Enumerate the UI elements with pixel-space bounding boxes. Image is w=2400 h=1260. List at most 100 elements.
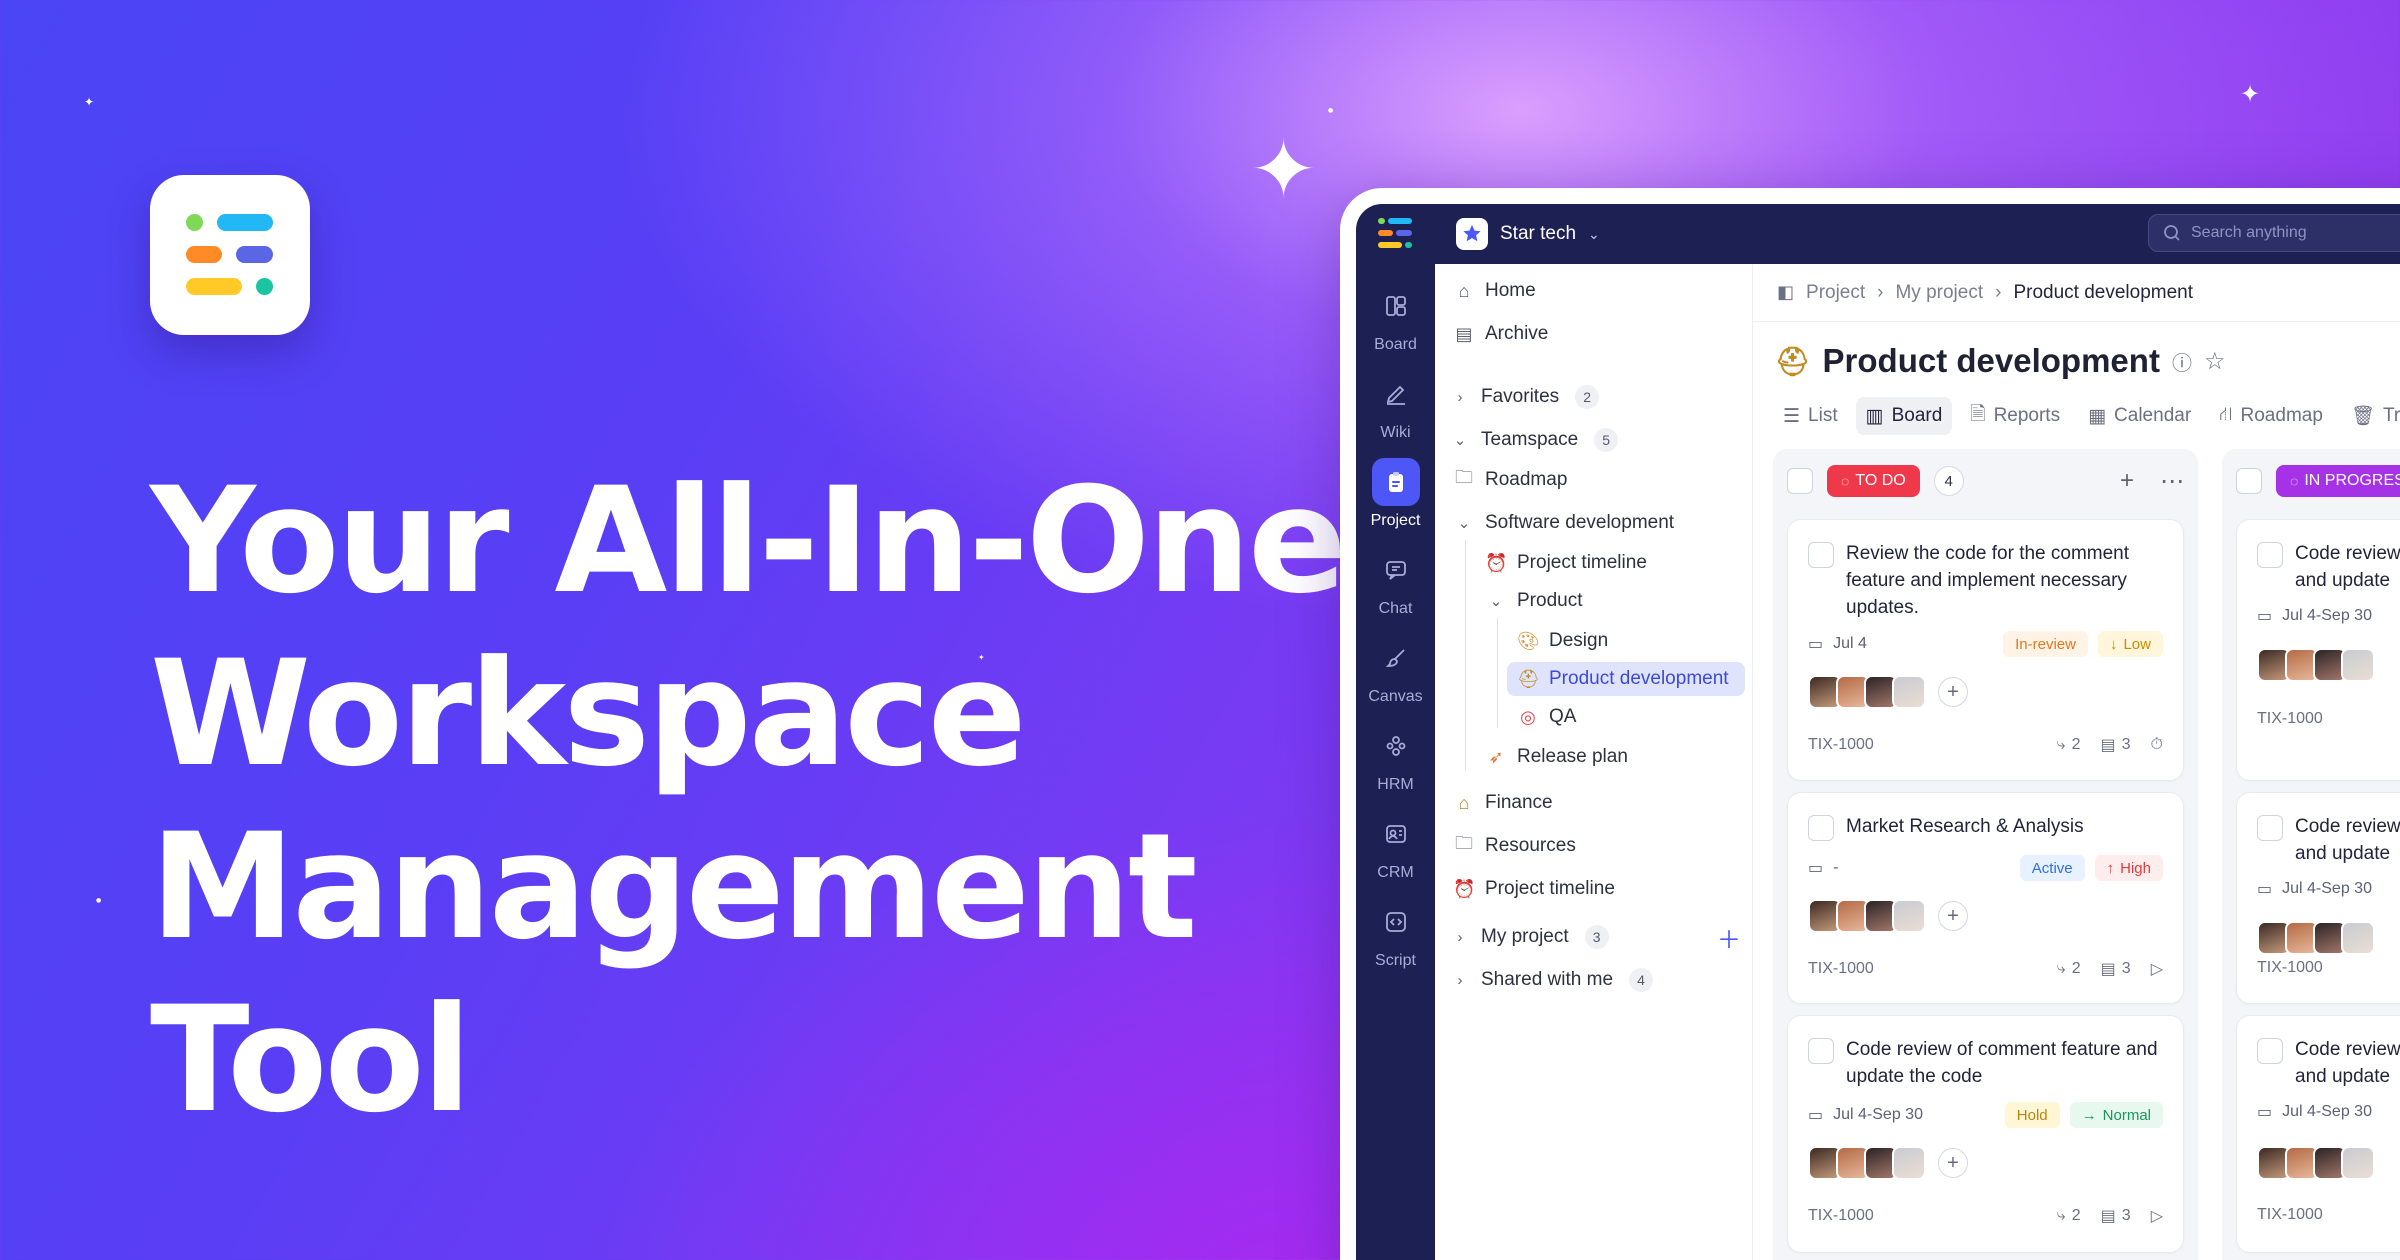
breadcrumb-item[interactable]: My project — [1895, 282, 1983, 304]
rail-item-crm[interactable]: CRM — [1356, 810, 1435, 882]
tree-line — [1465, 540, 1466, 770]
rail-item-script[interactable]: Script — [1356, 898, 1435, 970]
calendar-icon: ▭ — [2257, 1104, 2273, 1121]
sparkle-icon: ✦ — [1250, 123, 1318, 216]
status-tag[interactable]: Active — [2019, 855, 2085, 881]
add-task-button[interactable]: + — [2120, 467, 2134, 496]
status-tag[interactable]: In-review — [2003, 631, 2088, 657]
tab-board[interactable]: ▥ Board — [1855, 397, 1953, 435]
task-card[interactable]: Market Research & Analysis ▭ - Active ↑ H… — [1787, 792, 2184, 1004]
task-title-line: Code review — [2295, 543, 2400, 564]
sidebar-item-home[interactable]: ⌂ Home — [1453, 274, 1536, 308]
task-card[interactable]: Review the code for the comment feature … — [1787, 519, 2184, 781]
status-label: IN PROGRESS — [2304, 472, 2400, 489]
play-icon[interactable]: ▷ — [2151, 959, 2163, 979]
subtasks-stat[interactable]: ⤷ 2 — [2057, 1207, 2081, 1225]
task-title-line: Code review — [2295, 816, 2400, 837]
sidebar-item-product-development[interactable]: ⛑ Product development — [1507, 662, 1745, 696]
select-all-checkbox[interactable] — [2236, 468, 2262, 494]
task-id: TIX-1000 — [2257, 710, 2323, 727]
task-card[interactable]: Code review of comment feature and updat… — [1787, 1015, 2184, 1253]
timer-icon[interactable]: ⏱ — [2151, 736, 2163, 754]
chevron-right-icon: › — [1995, 281, 2002, 303]
star-icon[interactable]: ☆ — [2204, 347, 2226, 376]
sidebar-item-finance[interactable]: ⌂ Finance — [1453, 786, 1553, 820]
sidebar-item-favorites[interactable]: › Favorites 2 — [1449, 380, 1600, 414]
status-tag-label: In-review — [2015, 635, 2076, 653]
task-checkbox[interactable] — [1808, 542, 1834, 568]
sidebar-item-my-project[interactable]: › My project 3 — [1449, 920, 1609, 954]
play-icon[interactable]: ▷ — [2151, 1206, 2163, 1226]
select-all-checkbox[interactable] — [1787, 468, 1813, 494]
avatar[interactable] — [1892, 899, 1926, 933]
sidebar-item-resources[interactable]: 🗀 Resources — [1453, 829, 1576, 863]
workspace-switcher[interactable]: Star tech ⌄ — [1456, 216, 1600, 252]
tree-line — [1497, 618, 1498, 728]
rail-item-board[interactable]: Board — [1356, 282, 1435, 354]
tab-roadmap[interactable]: ⛙ Roadmap — [2209, 397, 2333, 435]
add-assignee-button[interactable]: + — [1938, 1148, 1968, 1178]
task-checkbox[interactable] — [2257, 1038, 2283, 1064]
subtasks-stat[interactable]: ⤷ 2 — [2057, 736, 2081, 754]
sidebar-toggle-icon[interactable]: ◧ — [1777, 282, 1794, 303]
tab-trash[interactable]: 🗑︎ Tr — [2341, 397, 2400, 435]
more-icon[interactable]: ⋯ — [2160, 467, 2184, 496]
info-icon[interactable]: ⓘ — [2172, 347, 2192, 376]
task-card[interactable]: Code review and update ▭ Jul 4-Sep 30 TI… — [2236, 1015, 2400, 1253]
task-card[interactable]: Code review and update ▭ Jul 4-Sep 30 TI… — [2236, 792, 2400, 1004]
task-checkbox[interactable] — [1808, 815, 1834, 841]
add-assignee-button[interactable]: + — [1938, 677, 1968, 707]
rail-item-project[interactable]: Project — [1356, 458, 1435, 530]
sidebar-item-design[interactable]: 🎨︎ Design — [1517, 624, 1608, 658]
comments-stat[interactable]: ▤ 3 — [2100, 735, 2130, 755]
sidebar-item-software-development[interactable]: ⌄ Software development — [1453, 506, 1674, 540]
sidebar-item-product[interactable]: ⌄ Product — [1485, 584, 1583, 618]
breadcrumb-item[interactable]: Project — [1806, 282, 1865, 304]
rail-item-wiki[interactable]: Wiki — [1356, 370, 1435, 442]
column-count: 4 — [1933, 466, 1964, 496]
task-card[interactable]: Code review and update ▭ Jul 4-Sep 30 TI… — [2236, 519, 2400, 781]
hero-title: Your All-In-One Workspace Management Too… — [150, 455, 1347, 1147]
sidebar-item-teamspace[interactable]: ⌄ Teamspace 5 — [1449, 423, 1619, 457]
status-tag[interactable]: Hold — [2004, 1102, 2060, 1128]
rail-label: Chat — [1378, 600, 1413, 617]
avatar[interactable] — [2341, 921, 2375, 955]
add-assignee-button[interactable]: + — [1938, 901, 1968, 931]
sidebar-item-project-timeline-root[interactable]: ⏰ Project timeline — [1453, 872, 1615, 906]
priority-tag[interactable]: ↑ High — [2094, 855, 2163, 881]
comments-stat[interactable]: ▤ 3 — [2101, 1206, 2131, 1226]
avatar[interactable] — [1892, 675, 1926, 709]
sidebar-item-qa[interactable]: ◎ QA — [1517, 700, 1576, 734]
priority-tag[interactable]: → Normal — [2069, 1102, 2163, 1128]
sidebar-item-shared-with-me[interactable]: › Shared with me 4 — [1449, 963, 1654, 997]
rail-item-hrm[interactable]: HRM — [1356, 722, 1435, 794]
pen-icon — [1372, 370, 1420, 418]
task-checkbox[interactable] — [2257, 542, 2283, 568]
subtask-count: 2 — [2071, 960, 2081, 977]
tab-calendar[interactable]: ▦ Calendar — [2078, 397, 2201, 435]
rail-item-chat[interactable]: Chat — [1356, 546, 1435, 618]
sidebar-item-release-plan[interactable]: ➶ Release plan — [1485, 740, 1627, 774]
task-footer: TIX-1000 ⤷ 2 ▤ 3 ⏱ — [1808, 735, 2163, 755]
task-checkbox[interactable] — [1808, 1038, 1834, 1064]
avatar[interactable] — [1892, 1146, 1926, 1180]
priority-tag[interactable]: ↓ Low — [2097, 631, 2163, 657]
comments-stat[interactable]: ▤ 3 — [2101, 959, 2131, 979]
tab-list[interactable]: ☰ List — [1773, 397, 1848, 435]
tab-reports[interactable]: 🗎 Reports — [1960, 397, 2070, 435]
avatar[interactable] — [2341, 648, 2375, 682]
search-input[interactable]: Search anything — [2148, 214, 2400, 252]
task-date: Jul 4-Sep 30 — [1833, 1106, 1923, 1123]
sidebar-item-roadmap[interactable]: 🗀 Roadmap — [1453, 463, 1567, 497]
add-project-button[interactable]: ＋ — [1717, 920, 1741, 954]
task-checkbox[interactable] — [2257, 815, 2283, 841]
sidebar-item-project-timeline[interactable]: ⏰ Project timeline — [1485, 546, 1647, 580]
subtasks-stat[interactable]: ⤷ 2 — [2057, 960, 2081, 978]
assignee-avatars — [2257, 648, 2375, 682]
sidebar-item-archive[interactable]: ▤ Archive — [1453, 317, 1548, 351]
sidebar: ⌂ Home ▤ Archive › Favorites 2 ⌄ Teamspa… — [1435, 264, 1753, 1260]
count-badge: 5 — [1594, 428, 1619, 452]
avatar[interactable] — [2341, 1146, 2375, 1180]
assignee-avatars: + — [1808, 899, 1968, 933]
rail-item-canvas[interactable]: Canvas — [1356, 634, 1435, 706]
